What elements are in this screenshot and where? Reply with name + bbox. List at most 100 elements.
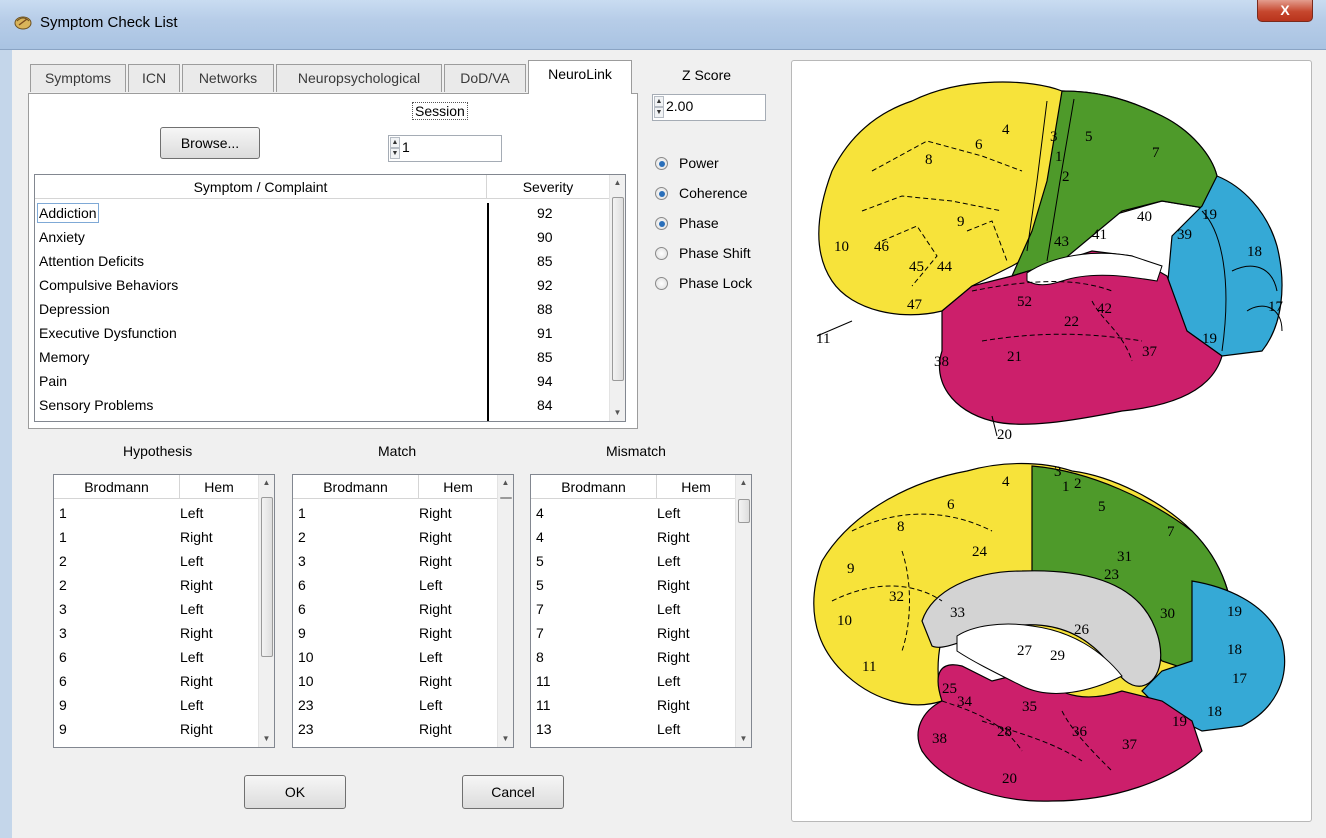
match-table[interactable]: Brodmann Hem 1 Right 2 Right 3 Right 6 Left 6 Right… xyxy=(292,474,514,748)
scroll-down-icon[interactable]: ▼ xyxy=(736,731,751,747)
spin-down-icon[interactable]: ▼ xyxy=(390,148,400,159)
table-row[interactable]: 11 Left xyxy=(531,671,735,695)
symptom-row[interactable]: Attention Deficits 85 xyxy=(35,251,609,275)
table-row[interactable]: 8 Right xyxy=(531,647,735,671)
close-button[interactable]: X xyxy=(1257,0,1313,22)
table-row[interactable]: 10 Right xyxy=(293,671,497,695)
symptom-row[interactable]: Compulsive Behaviors 92 xyxy=(35,275,609,299)
spin-down-icon[interactable]: ▼ xyxy=(654,107,664,118)
scroll-thumb[interactable] xyxy=(738,499,750,523)
table-row[interactable]: 2 Right xyxy=(54,575,258,599)
table-row[interactable]: 2 Left xyxy=(54,551,258,575)
table-row[interactable]: 5 Left xyxy=(531,551,735,575)
spin-up-icon[interactable]: ▲ xyxy=(390,137,400,148)
hypothesis-table[interactable]: Brodmann Hem 1 Left 1 Right 2 Left 2 Right 3 Left 3 R… xyxy=(53,474,275,748)
table-row[interactable]: 9 Left xyxy=(54,695,258,719)
table-row[interactable]: 1 Left xyxy=(54,503,258,527)
column-header-hem[interactable]: Hem xyxy=(419,475,497,499)
table-row[interactable]: 7 Right xyxy=(531,623,735,647)
table-row[interactable]: 7 Left xyxy=(531,599,735,623)
scroll-up-icon[interactable]: ▲ xyxy=(610,175,625,191)
scroll-up-icon[interactable]: ▲ xyxy=(736,475,751,491)
table-row[interactable]: 9 Right xyxy=(54,719,258,743)
column-header-severity[interactable]: Severity xyxy=(487,175,609,199)
hemisphere: Right xyxy=(180,721,213,737)
zscore-spinner[interactable]: ▲ ▼ 2.00 xyxy=(652,94,766,121)
brodmann-label: 2 xyxy=(1074,476,1082,492)
tab-neuropsychological[interactable]: Neuropsychological xyxy=(276,64,442,92)
table-row[interactable]: 9 Right xyxy=(293,623,497,647)
radio-button[interactable] xyxy=(655,217,668,230)
tab-neurolink[interactable]: NeuroLink xyxy=(528,60,632,94)
radio-button[interactable] xyxy=(655,277,668,290)
symptom-row[interactable]: Anxiety 90 xyxy=(35,227,609,251)
table-row[interactable]: 6 Right xyxy=(293,599,497,623)
zscore-value[interactable]: 2.00 xyxy=(666,98,693,114)
column-header-brodmann[interactable]: Brodmann xyxy=(293,475,419,499)
hemisphere: Right xyxy=(419,625,452,641)
table-row[interactable]: 1 Right xyxy=(293,503,497,527)
column-header-brodmann[interactable]: Brodmann xyxy=(54,475,180,499)
table-row[interactable]: 11 Right xyxy=(531,695,735,719)
symptom-row[interactable]: Pain 94 xyxy=(35,371,609,395)
cancel-button[interactable]: Cancel xyxy=(462,775,564,809)
table-row[interactable]: 3 Left xyxy=(54,599,258,623)
symptom-table[interactable]: Symptom / Complaint Severity Addiction 92… xyxy=(34,174,626,422)
symptom-row[interactable]: Memory 85 xyxy=(35,347,609,371)
scroll-thumb[interactable] xyxy=(500,497,512,499)
symptom-row[interactable]: Executive Dysfunction 91 xyxy=(35,323,609,347)
scroll-thumb[interactable] xyxy=(612,197,624,381)
symptom-name: Addiction xyxy=(37,203,99,223)
symptom-name: Anxiety xyxy=(39,229,85,245)
table-row[interactable]: 6 Left xyxy=(54,647,258,671)
brodmann-area: 11 xyxy=(536,697,551,713)
table-row[interactable]: 3 Right xyxy=(293,551,497,575)
table-row[interactable]: 2 Right xyxy=(293,527,497,551)
scroll-thumb[interactable] xyxy=(261,497,273,657)
radio-button[interactable] xyxy=(655,157,668,170)
table-row[interactable]: 6 Right xyxy=(54,671,258,695)
table-scrollbar[interactable]: ▲ ▼ xyxy=(497,475,513,747)
table-row[interactable]: 23 Right xyxy=(293,719,497,743)
table-scrollbar[interactable]: ▲ ▼ xyxy=(258,475,274,747)
symptom-row[interactable]: Sensory Problems 84 xyxy=(35,395,609,419)
symptom-row[interactable]: Addiction 92 xyxy=(35,203,609,227)
symptom-scrollbar[interactable]: ▲ ▼ xyxy=(609,175,625,421)
session-value[interactable]: 1 xyxy=(402,139,410,155)
session-spinner[interactable]: ▲ ▼ 1 xyxy=(388,135,502,162)
column-header-brodmann[interactable]: Brodmann xyxy=(531,475,657,499)
radio-button[interactable] xyxy=(655,247,668,260)
table-row[interactable]: 23 Left xyxy=(293,695,497,719)
brodmann-area: 9 xyxy=(298,625,306,641)
table-row[interactable]: 4 Left xyxy=(531,503,735,527)
table-row[interactable]: 4 Right xyxy=(531,527,735,551)
spin-up-icon[interactable]: ▲ xyxy=(654,96,664,107)
hemisphere: Right xyxy=(180,673,213,689)
tab-icn[interactable]: ICN xyxy=(128,64,180,92)
symptom-severity: 85 xyxy=(537,253,553,269)
mismatch-table[interactable]: Brodmann Hem 4 Left 4 Right 5 Left 5 Right 7 Left 7 R… xyxy=(530,474,752,748)
ok-button[interactable]: OK xyxy=(244,775,346,809)
radio-button[interactable] xyxy=(655,187,668,200)
column-header-symptom[interactable]: Symptom / Complaint xyxy=(35,175,487,199)
scroll-down-icon[interactable]: ▼ xyxy=(498,731,513,747)
tab-symptoms[interactable]: Symptoms xyxy=(30,64,126,92)
scroll-down-icon[interactable]: ▼ xyxy=(259,731,274,747)
table-row[interactable]: 6 Left xyxy=(293,575,497,599)
scroll-up-icon[interactable]: ▲ xyxy=(259,475,274,491)
scroll-down-icon[interactable]: ▼ xyxy=(610,405,625,421)
column-header-hem[interactable]: Hem xyxy=(657,475,735,499)
table-row[interactable]: 1 Right xyxy=(54,527,258,551)
brodmann-label: 41 xyxy=(1092,227,1107,243)
table-row[interactable]: 13 Left xyxy=(531,719,735,743)
column-header-hem[interactable]: Hem xyxy=(180,475,258,499)
table-scrollbar[interactable]: ▲ ▼ xyxy=(735,475,751,747)
browse-button[interactable]: Browse... xyxy=(160,127,260,159)
tab-networks[interactable]: Networks xyxy=(182,64,274,92)
table-row[interactable]: 3 Right xyxy=(54,623,258,647)
table-row[interactable]: 10 Left xyxy=(293,647,497,671)
table-row[interactable]: 5 Right xyxy=(531,575,735,599)
tab-dod-va[interactable]: DoD/VA xyxy=(444,64,526,92)
symptom-row[interactable]: Depression 88 xyxy=(35,299,609,323)
scroll-up-icon[interactable]: ▲ xyxy=(498,475,513,491)
